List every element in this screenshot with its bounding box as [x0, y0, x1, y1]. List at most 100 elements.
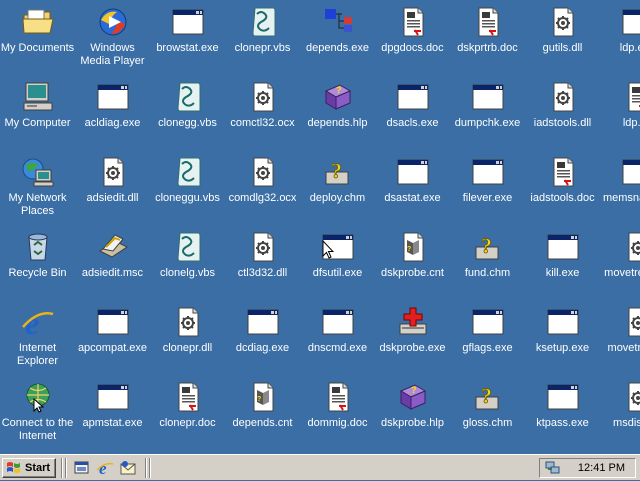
clock[interactable]: 12:41 PM	[578, 462, 625, 474]
desktop-icon-ktpass-exe[interactable]: ktpass.exe	[525, 377, 600, 447]
desktop-icon-label: ldp.exe	[600, 42, 640, 55]
taskbar-grip[interactable]	[149, 458, 151, 478]
desktop-icon-clonelg-vbs[interactable]: clonelg.vbs	[150, 227, 225, 297]
desktop-icon-apcompat-exe[interactable]: apcompat.exe	[75, 302, 150, 372]
exe-icon	[97, 306, 129, 338]
desktop-icon-label: clonelg.vbs	[150, 267, 225, 280]
desktop-icon-apmstat-exe[interactable]: apmstat.exe	[75, 377, 150, 447]
exe-icon	[472, 306, 504, 338]
exe-icon	[472, 156, 504, 188]
desktop-icon-dskprtrb-doc[interactable]: dskprtrb.doc	[450, 2, 525, 72]
recycle-bin-icon	[22, 231, 54, 263]
exe-icon	[547, 231, 579, 263]
quick-launch-grip[interactable]	[65, 458, 67, 478]
desktop-icon-movetree-exe[interactable]: movetree.exe	[600, 227, 640, 297]
outlook-express-icon[interactable]	[119, 459, 137, 477]
desktop-icon-ctl3d32-dll[interactable]: ctl3d32.dll	[225, 227, 300, 297]
desktop-icon-browstat-exe[interactable]: browstat.exe	[150, 2, 225, 72]
desktop-icon-clonepr-vbs[interactable]: clonepr.vbs	[225, 2, 300, 72]
desktop-icon-kill-exe[interactable]: kill.exe	[525, 227, 600, 297]
desktop-icon-label: adsiedit.dll	[75, 192, 150, 205]
desktop-icon-label: adsiedit.msc	[75, 267, 150, 280]
desktop-icon-msdis1-dll[interactable]: msdis1.dll	[600, 377, 640, 447]
desktop-icon-depends-hlp[interactable]: ?depends.hlp	[300, 77, 375, 147]
desktop-icon-label: dnscmd.exe	[300, 342, 375, 355]
desktop-icon-comctl32-ocx[interactable]: comctl32.ocx	[225, 77, 300, 147]
desktop-icon-my-computer[interactable]: My Computer	[0, 77, 75, 147]
desktop-icon-label: ktpass.exe	[525, 417, 600, 430]
exe-icon	[472, 81, 504, 113]
desktop-icon-dcdiag-exe[interactable]: dcdiag.exe	[225, 302, 300, 372]
word-doc-icon	[397, 6, 429, 38]
desktop-icon-dpgdocs-doc[interactable]: dpgdocs.doc	[375, 2, 450, 72]
desktop-icon-label: dskprtrb.doc	[450, 42, 525, 55]
msc-console-icon	[97, 231, 129, 263]
desktop-icon-dommig-doc[interactable]: dommig.doc	[300, 377, 375, 447]
desktop-icon-dskprobe-hlp[interactable]: ?dskprobe.hlp	[375, 377, 450, 447]
desktop-icon-label: ctl3d32.dll	[225, 267, 300, 280]
desktop-icon-dfsutil-exe[interactable]: dfsutil.exe	[300, 227, 375, 297]
desktop-icon-dumpchk-exe[interactable]: dumpchk.exe	[450, 77, 525, 147]
desktop-icon-gflags-exe[interactable]: gflags.exe	[450, 302, 525, 372]
desktop-icon-gloss-chm[interactable]: ?gloss.chm	[450, 377, 525, 447]
desktop-icon-gutils-dll[interactable]: gutils.dll	[525, 2, 600, 72]
desktop-icon-ldp-txt[interactable]: ldp.txt	[600, 77, 640, 147]
desktop-icon-deploy-chm[interactable]: ? deploy.chm	[300, 152, 375, 222]
desktop-icon-windows-media-player[interactable]: Windows Media Player	[75, 2, 150, 72]
desktop-icon-ldp-exe[interactable]: ldp.exe	[600, 2, 640, 72]
desktop-icon-adsiedit-msc[interactable]: adsiedit.msc	[75, 227, 150, 297]
desktop-icon-dskprobe-exe[interactable]: dskprobe.exe	[375, 302, 450, 372]
desktop-icon-internet-explorer[interactable]: eInternet Explorer	[0, 302, 75, 372]
desktop-icon-fund-chm[interactable]: ?fund.chm	[450, 227, 525, 297]
desktop-icon-label: depends.exe	[300, 42, 375, 55]
chm-help-icon: ?	[322, 156, 354, 188]
desktop-icon-memsnap-exe[interactable]: memsnap.exe	[600, 152, 640, 222]
internet-explorer-quicklaunch-icon[interactable]: e	[96, 459, 114, 477]
desktop-icon-ksetup-exe[interactable]: ksetup.exe	[525, 302, 600, 372]
desktop-icon-dskprobe-cnt[interactable]: ?dskprobe.cnt	[375, 227, 450, 297]
desktop-icon-clonegg-vbs[interactable]: clonegg.vbs	[150, 77, 225, 147]
desktop-icon-label: memsnap.exe	[600, 192, 640, 205]
dll-icon	[547, 6, 579, 38]
desktop-icon-label: ldp.txt	[600, 117, 640, 130]
desktop-icon-label: Internet Explorer	[0, 342, 75, 368]
desktop-icon-label: deploy.chm	[300, 192, 375, 205]
desktop-icon-label: gflags.exe	[450, 342, 525, 355]
desktop-icon-connect-to-the-internet[interactable]: Connect to the Internet	[0, 377, 75, 447]
desktop-icon-adsiedit-dll[interactable]: adsiedit.dll	[75, 152, 150, 222]
desktop-icon-label: kill.exe	[525, 267, 600, 280]
desktop-icon-dsacls-exe[interactable]: dsacls.exe	[375, 77, 450, 147]
show-desktop-icon[interactable]	[73, 459, 91, 477]
desktop-icon-clonepr-doc[interactable]: clonepr.doc	[150, 377, 225, 447]
dll-icon	[622, 231, 640, 263]
vbs-script-icon	[172, 231, 204, 263]
my-network-places-icon	[22, 156, 54, 188]
desktop-icon-iadstools-dll[interactable]: iadstools.dll	[525, 77, 600, 147]
desktop-icon-my-network-places[interactable]: My Network Places	[0, 152, 75, 222]
dll-icon	[247, 231, 279, 263]
word-doc-icon	[172, 381, 204, 413]
desktop-icon-label: browstat.exe	[150, 42, 225, 55]
desktop-icon-dsastat-exe[interactable]: dsastat.exe	[375, 152, 450, 222]
desktop-icon-label: apmstat.exe	[75, 417, 150, 430]
desktop-icon-depends-exe[interactable]: depends.exe	[300, 2, 375, 72]
desktop-icon-comdlg32-ocx[interactable]: comdlg32.ocx	[225, 152, 300, 222]
network-tray-icon[interactable]	[545, 460, 561, 476]
desktop-icon-movetree-dll[interactable]: movetree.dll	[600, 302, 640, 372]
desktop-icon-my-documents[interactable]: My Documents	[0, 2, 75, 72]
start-button[interactable]: Start	[2, 458, 56, 478]
exe-icon	[97, 381, 129, 413]
vbs-script-icon	[172, 156, 204, 188]
exe-icon	[622, 156, 640, 188]
desktop-icon-dnscmd-exe[interactable]: dnscmd.exe	[300, 302, 375, 372]
desktop-icon-clonepr-dll[interactable]: clonepr.dll	[150, 302, 225, 372]
desktop-icon-recycle-bin[interactable]: Recycle Bin	[0, 227, 75, 297]
desktop-icon-iadstools-doc[interactable]: iadstools.doc	[525, 152, 600, 222]
desktop-icon-filever-exe[interactable]: filever.exe	[450, 152, 525, 222]
desktop-icon-cloneggu-vbs[interactable]: cloneggu.vbs	[150, 152, 225, 222]
exe-icon	[622, 6, 640, 38]
desktop-icon-acldiag-exe[interactable]: acldiag.exe	[75, 77, 150, 147]
desktop-icon-depends-cnt[interactable]: ?depends.cnt	[225, 377, 300, 447]
word-doc-icon	[547, 156, 579, 188]
desktop-icon-label: clonegg.vbs	[150, 117, 225, 130]
